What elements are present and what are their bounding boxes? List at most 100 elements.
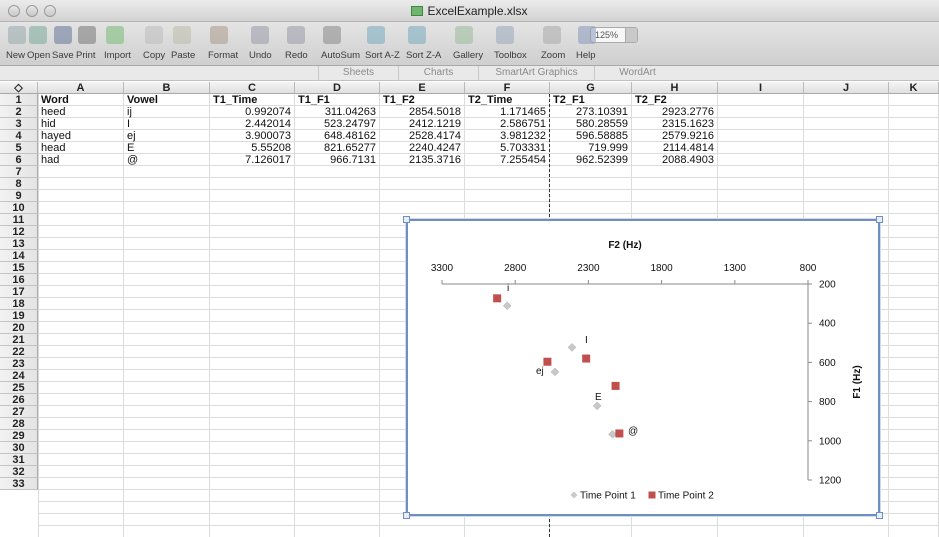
row-header-30[interactable]: 30: [0, 442, 38, 454]
redo-icon[interactable]: [287, 26, 305, 44]
resize-handle[interactable]: [876, 216, 883, 223]
cell-h6[interactable]: 2088.4903: [635, 154, 716, 166]
cell-f4[interactable]: 3.981232: [468, 130, 548, 142]
cell-e2[interactable]: 2854.5018: [383, 106, 463, 118]
help-icon[interactable]: [578, 26, 596, 44]
column-header-i[interactable]: I: [718, 82, 804, 94]
cell-e1[interactable]: T1_F2: [383, 94, 463, 106]
scatter-chart[interactable]: 3300 2800 2300 1800 1300 800 200 400 600 800 1000 1…: [403, 216, 883, 519]
cell-b1[interactable]: Vowel: [127, 94, 208, 106]
row-header-24[interactable]: 24: [0, 370, 38, 382]
cell-g3[interactable]: 580.28559: [553, 118, 630, 130]
row-header-19[interactable]: 19: [0, 310, 38, 322]
column-header-j[interactable]: J: [804, 82, 889, 94]
row-header-15[interactable]: 15: [0, 262, 38, 274]
row-header-2[interactable]: 2: [0, 106, 38, 118]
undo-button-label[interactable]: Undo: [249, 50, 272, 61]
row-header-25[interactable]: 25: [0, 382, 38, 394]
format-icon[interactable]: [210, 26, 228, 44]
row-header-18[interactable]: 18: [0, 298, 38, 310]
column-header-d[interactable]: D: [295, 82, 380, 94]
column-header-a[interactable]: A: [38, 82, 124, 94]
print-button-label[interactable]: Print: [76, 50, 96, 61]
row-header-4[interactable]: 4: [0, 130, 38, 142]
cell-e6[interactable]: 2135.3716: [383, 154, 463, 166]
cell-e5[interactable]: 2240.4247: [383, 142, 463, 154]
row-header-12[interactable]: 12: [0, 226, 38, 238]
print-icon[interactable]: [78, 26, 96, 44]
sort-za-button-label[interactable]: Sort Z-A: [406, 50, 441, 61]
sort-az-button-label[interactable]: Sort A-Z: [365, 50, 400, 61]
cell-h2[interactable]: 2923.2776: [635, 106, 716, 118]
row-header-23[interactable]: 23: [0, 358, 38, 370]
resize-handle[interactable]: [876, 512, 883, 519]
save-button-label[interactable]: Save: [52, 50, 74, 61]
cell-d3[interactable]: 523.24797: [298, 118, 378, 130]
row-header-13[interactable]: 13: [0, 238, 38, 250]
row-header-20[interactable]: 20: [0, 322, 38, 334]
open-button-label[interactable]: Open: [27, 50, 50, 61]
column-header-e[interactable]: E: [380, 82, 465, 94]
row-header-27[interactable]: 27: [0, 406, 38, 418]
cell-b6[interactable]: @: [127, 154, 208, 166]
help-button-label[interactable]: Help: [576, 50, 596, 61]
cell-f3[interactable]: 2.586751: [468, 118, 548, 130]
cell-e4[interactable]: 2528.4174: [383, 130, 463, 142]
autosum-button-label[interactable]: AutoSum: [321, 50, 360, 61]
row-header-22[interactable]: 22: [0, 346, 38, 358]
redo-button-label[interactable]: Redo: [285, 50, 308, 61]
cell-c3[interactable]: 2.442014: [213, 118, 293, 130]
cell-g1[interactable]: T2_F1: [553, 94, 630, 106]
column-header-b[interactable]: B: [124, 82, 210, 94]
select-all-corner[interactable]: ◇: [0, 82, 38, 94]
cell-a1[interactable]: Word: [41, 94, 122, 106]
save-icon[interactable]: [54, 26, 72, 44]
row-header-26[interactable]: 26: [0, 394, 38, 406]
cell-b3[interactable]: I: [127, 118, 208, 130]
zoom-select[interactable]: 125%: [590, 27, 638, 43]
cell-b5[interactable]: E: [127, 142, 208, 154]
column-header-f[interactable]: F: [465, 82, 550, 94]
row-header-3[interactable]: 3: [0, 118, 38, 130]
copy-icon[interactable]: [145, 26, 163, 44]
gallery-button-label[interactable]: Gallery: [453, 50, 483, 61]
cell-g2[interactable]: 273.10391: [553, 106, 630, 118]
cell-e3[interactable]: 2412.1219: [383, 118, 463, 130]
row-header-1[interactable]: 1: [0, 94, 38, 106]
sort-za-icon[interactable]: [408, 26, 426, 44]
cell-b4[interactable]: ej: [127, 130, 208, 142]
open-icon[interactable]: [29, 26, 47, 44]
cell-h4[interactable]: 2579.9216: [635, 130, 716, 142]
cell-d5[interactable]: 821.65277: [298, 142, 378, 154]
cell-h3[interactable]: 2315.1623: [635, 118, 716, 130]
cell-g4[interactable]: 596.58885: [553, 130, 630, 142]
row-header-11[interactable]: 11: [0, 214, 38, 226]
ribbon-tab-wordart[interactable]: WordArt: [594, 66, 680, 81]
row-header-28[interactable]: 28: [0, 418, 38, 430]
cell-f6[interactable]: 7.255454: [468, 154, 548, 166]
row-header-6[interactable]: 6: [0, 154, 38, 166]
paste-icon[interactable]: [173, 26, 191, 44]
column-header-h[interactable]: H: [632, 82, 718, 94]
new-button-label[interactable]: New: [6, 50, 25, 61]
cell-h5[interactable]: 2114.4814: [635, 142, 716, 154]
row-header-5[interactable]: 5: [0, 142, 38, 154]
column-header-c[interactable]: C: [210, 82, 295, 94]
row-header-7[interactable]: 7: [0, 166, 38, 178]
row-header-17[interactable]: 17: [0, 286, 38, 298]
cell-a4[interactable]: hayed: [41, 130, 122, 142]
row-header-31[interactable]: 31: [0, 454, 38, 466]
cell-c5[interactable]: 5.55208: [213, 142, 293, 154]
cell-c1[interactable]: T1_Time: [213, 94, 293, 106]
row-header-10[interactable]: 10: [0, 202, 38, 214]
row-header-29[interactable]: 29: [0, 430, 38, 442]
cell-c6[interactable]: 7.126017: [213, 154, 293, 166]
column-header-g[interactable]: G: [550, 82, 632, 94]
resize-handle[interactable]: [403, 512, 410, 519]
import-button-label[interactable]: Import: [104, 50, 131, 61]
autosum-icon[interactable]: [323, 26, 341, 44]
cell-b2[interactable]: ij: [127, 106, 208, 118]
copy-button-label[interactable]: Copy: [143, 50, 165, 61]
row-header-16[interactable]: 16: [0, 274, 38, 286]
cell-a2[interactable]: heed: [41, 106, 122, 118]
